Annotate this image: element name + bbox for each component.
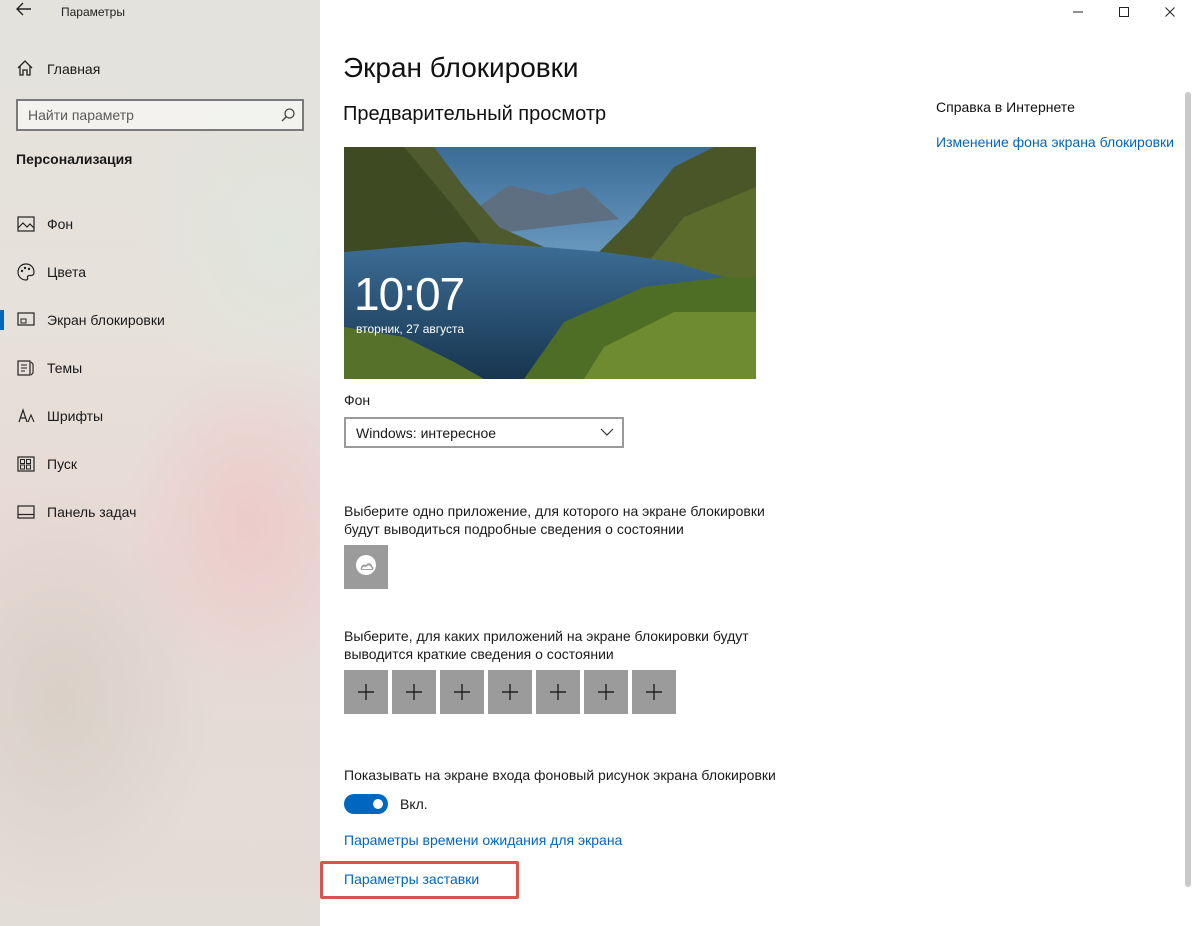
plus-icon [454, 684, 470, 700]
preview-title: Предварительный просмотр [343, 103, 607, 125]
sidebar-item-background[interactable]: Фон [0, 200, 320, 248]
background-dropdown-value: Windows: интересное [356, 424, 497, 441]
back-arrow-icon[interactable] [10, 2, 38, 22]
screensaver-settings-link[interactable]: Параметры заставки [344, 871, 479, 887]
home-icon [16, 59, 38, 79]
themes-icon [16, 358, 36, 378]
add-quick-app-button[interactable] [440, 670, 484, 714]
help-title: Справка в Интернете [936, 99, 1075, 115]
sidebar-item-label: Темы [47, 360, 83, 376]
add-quick-app-button[interactable] [632, 670, 676, 714]
add-quick-app-button[interactable] [488, 670, 532, 714]
sidebar-item-label: Пуск [47, 456, 78, 472]
add-quick-app-button[interactable] [584, 670, 628, 714]
sidebar-item-start[interactable]: Пуск [0, 440, 320, 488]
main-panel: Экран блокировки Предварительный просмот… [320, 0, 1193, 926]
background-dropdown[interactable]: Windows: интересное [344, 417, 624, 448]
plus-icon [358, 684, 374, 700]
sidebar-item-label: Шрифты [47, 408, 104, 424]
sidebar-item-label: Экран блокировки [47, 312, 165, 328]
window-title: Параметры [61, 5, 125, 19]
sidebar-item-home[interactable]: Главная [16, 58, 100, 80]
background-label: Фон [344, 392, 371, 408]
landscape-image [344, 147, 756, 379]
palette-icon [16, 262, 36, 282]
sidebar: Параметры Главная Персонализация Фон Цве… [0, 0, 320, 926]
chevron-down-icon [600, 425, 614, 439]
plus-icon [502, 684, 518, 700]
start-icon [16, 454, 36, 474]
plus-icon [646, 684, 662, 700]
plus-icon [406, 684, 422, 700]
lock-screen-icon [16, 310, 36, 330]
quick-apps-description: Выберите, для каких приложений на экране… [344, 628, 749, 662]
detail-app-description: Выберите одно приложение, для которого н… [344, 503, 765, 537]
toggle-knob [373, 799, 383, 809]
search-input[interactable] [18, 101, 258, 129]
preview-date: вторник, 27 августа [356, 322, 465, 336]
sidebar-item-lock-screen[interactable]: Экран блокировки [0, 296, 320, 344]
show-background-toggle[interactable] [344, 794, 388, 814]
sidebar-item-fonts[interactable]: Шрифты [0, 392, 320, 440]
preview-clock: 10:07 [354, 268, 465, 320]
title-bar: Параметры [0, 0, 320, 28]
plus-icon [598, 684, 614, 700]
sidebar-item-taskbar[interactable]: Панель задач [0, 488, 320, 536]
add-quick-app-button[interactable] [536, 670, 580, 714]
detail-app-weather-tile[interactable] [344, 545, 388, 589]
quick-apps-row [344, 670, 680, 714]
taskbar-icon [16, 502, 36, 522]
sidebar-home-label: Главная [47, 61, 101, 77]
minimize-button[interactable] [1055, 0, 1101, 24]
weather-icon [353, 552, 379, 583]
image-icon [16, 214, 36, 234]
page-title: Экран блокировки [343, 52, 579, 83]
sidebar-nav: Фон Цвета Экран блокировки Темы Шрифты П… [0, 200, 320, 536]
scrollbar[interactable] [1185, 92, 1191, 887]
add-quick-app-button[interactable] [392, 670, 436, 714]
search-icon[interactable] [280, 107, 296, 123]
close-button[interactable] [1147, 0, 1193, 24]
screen-timeout-link[interactable]: Параметры времени ожидания для экрана [344, 832, 622, 848]
sidebar-item-label: Панель задач [47, 504, 137, 520]
maximize-button[interactable] [1101, 0, 1147, 24]
help-link[interactable]: Изменение фона экрана блокировки [936, 134, 1174, 150]
plus-icon [550, 684, 566, 700]
lock-screen-preview: 10:07 вторник, 27 августа [344, 147, 756, 379]
sidebar-item-label: Цвета [47, 264, 86, 280]
window-controls [1055, 0, 1193, 24]
show-background-label: Показывать на экране входа фоновый рисун… [344, 767, 776, 783]
fonts-icon [16, 406, 36, 426]
sidebar-item-label: Фон [47, 216, 74, 232]
search-box[interactable] [16, 99, 304, 131]
sidebar-item-colors[interactable]: Цвета [0, 248, 320, 296]
section-title: Персонализация [16, 151, 133, 167]
sidebar-item-themes[interactable]: Темы [0, 344, 320, 392]
add-quick-app-button[interactable] [344, 670, 388, 714]
toggle-state-label: Вкл. [400, 796, 428, 812]
